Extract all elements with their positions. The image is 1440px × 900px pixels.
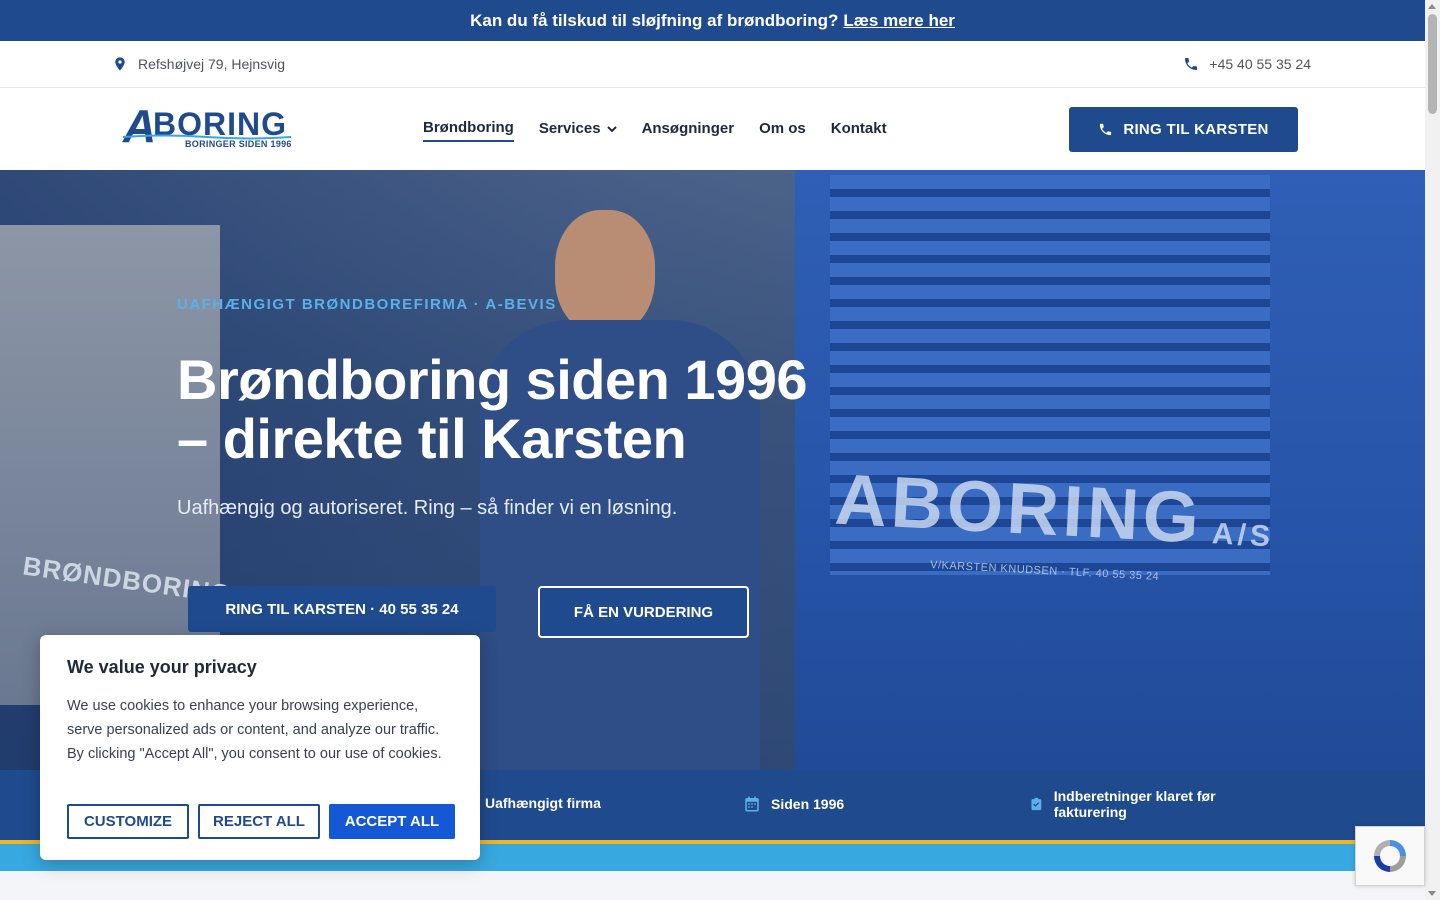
nav-label: Om os	[759, 120, 806, 137]
announcement-link[interactable]: Læs mere her	[843, 11, 955, 31]
customize-button[interactable]: CUSTOMIZE	[67, 804, 189, 839]
logo[interactable]: A BORING BORINGER SIDEN 1996	[123, 102, 293, 154]
nav-label: Brøndboring	[423, 119, 514, 136]
hero-title-line2: – direkte til Karsten	[177, 407, 687, 470]
announcement-text: Kan du få tilskud til sløjfning af brønd…	[470, 10, 839, 30]
scrollbar-thumb[interactable]	[1428, 14, 1437, 114]
feature-label: Siden 1996	[771, 796, 845, 812]
nav-item-ansogninger[interactable]: Ansøgninger	[642, 119, 735, 142]
phone-icon	[1100, 123, 1112, 136]
hero-title: Brøndboring siden 1996 – direkte til Kar…	[177, 350, 877, 468]
person-head	[555, 210, 655, 335]
hero-eyebrow: UAFHÆNGIGT BRØNDBOREFIRMA · A-BEVIS	[177, 296, 557, 313]
hero-evaluation-button[interactable]: FÅ EN VURDERING	[538, 586, 749, 638]
address-text: Refshøjvej 79, Hejnsvig	[138, 56, 286, 72]
hero-title-line1: Brøndboring siden 1996	[177, 348, 808, 411]
calendar-icon	[745, 796, 759, 812]
recaptcha-badge[interactable]	[1355, 826, 1425, 886]
nav-item-brondboring[interactable]: Brøndboring	[423, 119, 514, 142]
call-karsten-label: RING TIL KARSTEN	[1123, 121, 1269, 138]
nav-item-om-os[interactable]: Om os	[759, 119, 806, 142]
nav-label: Kontakt	[830, 120, 887, 137]
feature-item: Siden 1996	[743, 795, 844, 813]
top-info-bar: Refshøjvej 79, Hejnsvig +45 40 55 35 24	[0, 41, 1425, 88]
nav-label: Ansøgninger	[641, 120, 735, 137]
clipboard-check-icon	[1031, 797, 1042, 811]
accept-all-button[interactable]: ACCEPT ALL	[329, 804, 455, 839]
feature-item: Indberetninger klaret før fakturering	[1029, 788, 1249, 820]
machine-logo-suffix: A/S	[1211, 517, 1275, 554]
logo-tagline: BORINGER SIDEN 1996	[185, 139, 292, 149]
phone-text: +45 40 55 35 24	[1209, 56, 1311, 72]
scrollbar[interactable]	[1425, 0, 1440, 900]
cookie-buttons: CUSTOMIZE REJECT ALL ACCEPT ALL	[67, 804, 455, 839]
machine-logo-letter: A	[833, 459, 894, 543]
cookie-body: We use cookies to enhance your browsing …	[67, 698, 442, 762]
chevron-down-icon	[606, 125, 617, 132]
reject-all-button[interactable]: REJECT ALL	[198, 804, 320, 839]
nav-item-kontakt[interactable]: Kontakt	[831, 119, 887, 142]
main-nav: Brøndboring Services Ansøgninger Om os K…	[423, 119, 887, 142]
phone-link[interactable]: +45 40 55 35 24	[1183, 55, 1311, 73]
announcement-bar: Kan du få tilskud til sløjfning af brønd…	[0, 0, 1425, 41]
hero-subtitle: Uafhængig og autoriseret. Ring – så find…	[177, 497, 678, 519]
call-karsten-button[interactable]: RING TIL KARSTEN	[1069, 107, 1298, 152]
hero-call-button[interactable]: RING TIL KARSTEN · 40 55 35 24	[188, 586, 496, 632]
scroll-up-arrow[interactable]	[1428, 4, 1436, 9]
scroll-down-arrow[interactable]	[1428, 891, 1436, 896]
recaptcha-icon	[1374, 840, 1406, 872]
cookie-title: We value your privacy	[67, 657, 257, 677]
site-header: A BORING BORINGER SIDEN 1996 Brøndboring…	[0, 88, 1425, 170]
nav-item-services[interactable]: Services	[539, 119, 617, 142]
feature-label: Indberetninger klaret før fakturering	[1053, 788, 1216, 820]
feature-label: Uafhængigt firma	[485, 795, 601, 811]
map-pin-icon	[112, 55, 128, 73]
cookie-consent-dialog: We value your privacy We use cookies to …	[40, 635, 480, 860]
phone-icon	[1183, 55, 1199, 73]
nav-label: Services	[538, 120, 601, 137]
address: Refshøjvej 79, Hejnsvig	[112, 55, 285, 73]
logo-letter: A	[123, 100, 157, 152]
machine-logo-word: BORING	[889, 462, 1205, 559]
hero-person	[440, 190, 800, 770]
feature-item: Uafhængigt firma	[485, 795, 601, 811]
